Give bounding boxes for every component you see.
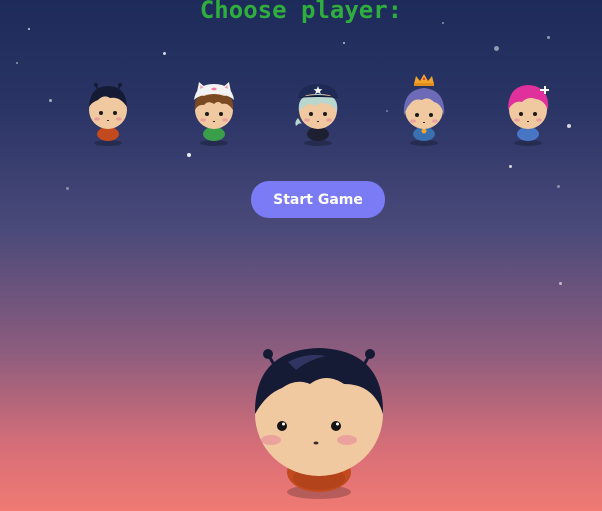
cat-hat-brown-hair-icon — [194, 82, 234, 146]
police-cap-silver-hair-icon — [295, 84, 339, 146]
selected-black-hair-antenna-icon — [254, 348, 384, 499]
player-option-4[interactable] — [392, 74, 456, 150]
selected-player-preview — [248, 344, 390, 504]
pink-hair-cross-icon — [508, 85, 549, 146]
choose-player-title: Choose player: — [199, 0, 403, 24]
black-hair-antenna-icon — [89, 83, 127, 146]
player-selection-row — [0, 74, 602, 154]
start-game-button[interactable]: Start Game — [251, 181, 385, 218]
player-option-5[interactable] — [496, 74, 560, 150]
player-option-2[interactable] — [182, 74, 246, 150]
crown-purple-hair-icon — [403, 74, 445, 146]
player-option-1[interactable] — [76, 74, 140, 150]
player-option-3[interactable] — [286, 74, 350, 150]
